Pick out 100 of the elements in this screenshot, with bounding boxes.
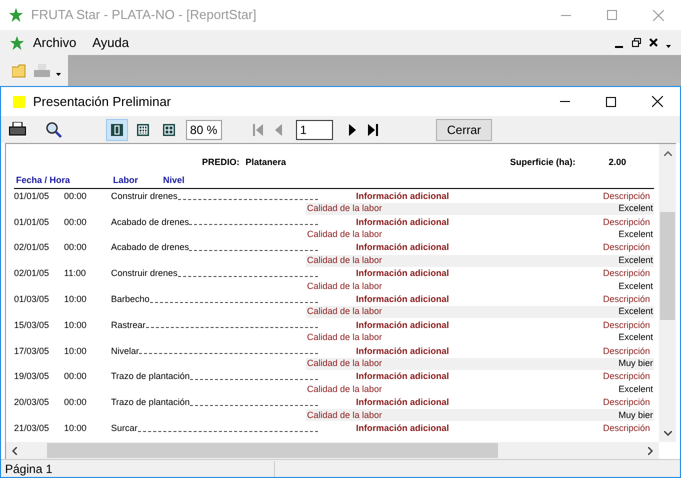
time-cell-text: 10:00 <box>64 292 88 306</box>
time-cell-text: 11:00 <box>64 267 87 280</box>
time-cell-text: 10:00 <box>64 422 88 435</box>
area-value: 2.00 <box>608 156 626 170</box>
date-cell-text: 02/01/05 <box>14 241 50 254</box>
labor-cell-text: Nivelar <box>111 344 140 358</box>
info-label: Información adicional <box>356 318 450 332</box>
description-label: Descripción <box>602 318 650 332</box>
labor-cell-text: Construir drenes <box>111 190 178 203</box>
window-title: Presentación Preliminar <box>33 92 172 111</box>
quality-value: Excelent <box>618 382 653 396</box>
description-label: Descripción <box>602 216 650 229</box>
description-label: Descripción <box>602 190 650 203</box>
quality-label: Calidad de la labor <box>307 254 382 267</box>
description-label: Descripción <box>602 370 650 384</box>
date-cell-text: 19/03/05 <box>14 370 50 384</box>
description-label: Descripción <box>602 344 650 358</box>
info-label: Información adicional <box>356 267 450 280</box>
last-page-icon[interactable] <box>368 124 378 136</box>
menu-item[interactable]: Archivo <box>33 32 76 52</box>
page-view-icon[interactable] <box>110 122 124 136</box>
quality-value: Excelent <box>618 202 653 216</box>
quality-label: Calidad de la labor <box>307 202 382 216</box>
info-label: Información adicional <box>356 370 450 384</box>
predio-value: Platanera <box>246 156 286 170</box>
printer-icon[interactable] <box>9 122 26 137</box>
date-cell-text: 01/03/05 <box>14 292 50 306</box>
info-label: Información adicional <box>356 344 450 358</box>
quality-label: Calidad de la labor <box>307 408 382 422</box>
page-view-icon[interactable] <box>162 122 176 136</box>
menu-item[interactable]: Ayuda <box>92 32 129 52</box>
time-cell-text: 00:00 <box>64 370 88 384</box>
status-text: Página 1 <box>5 460 52 478</box>
labor-cell-text: Surcar <box>111 422 138 435</box>
quality-label: Calidad de la labor <box>307 280 382 293</box>
date-cell-text: 02/01/05 <box>14 267 50 280</box>
column-header: Labor <box>113 174 140 186</box>
time-cell-text: 00:00 <box>64 396 88 410</box>
labor-cell-text: Barbecho <box>111 292 150 306</box>
quality-value: Muy bier <box>618 357 653 370</box>
time-cell-text: 00:00 <box>64 190 88 203</box>
close-icon[interactable] <box>649 38 658 47</box>
info-label: Información adicional <box>356 396 450 410</box>
column-header: Fecha / Hora <box>16 174 72 186</box>
info-label: Información adicional <box>356 422 450 435</box>
page-view-icon[interactable] <box>136 122 150 136</box>
time-cell-text: 10:00 <box>64 344 88 358</box>
report-icon <box>13 96 25 108</box>
star-icon <box>9 8 23 22</box>
labor-cell-text: Construir drenes <box>111 267 178 280</box>
zoom-field[interactable]: 80 % <box>186 120 222 140</box>
close-button[interactable]: Cerrar <box>436 118 492 140</box>
date-cell-text: 21/03/05 <box>14 422 50 435</box>
date-cell-text: 20/03/05 <box>14 396 50 410</box>
info-label: Información adicional <box>356 216 450 229</box>
area-label: Superficie (ha): <box>510 156 576 170</box>
description-label: Descripción <box>602 422 650 435</box>
next-page-icon[interactable] <box>349 124 356 136</box>
labor-cell-text: Trazo de plantación <box>111 396 190 410</box>
star-icon <box>10 36 24 50</box>
scroll-thumb[interactable] <box>47 443 498 458</box>
labor-cell-text: Acabado de drenes <box>111 241 190 254</box>
info-label: Información adicional <box>356 241 450 254</box>
quality-value: Excelent <box>618 305 653 318</box>
quality-label: Calidad de la labor <box>307 228 382 242</box>
description-label: Descripción <box>602 396 650 410</box>
view-mode-button[interactable] <box>106 118 128 140</box>
quality-value: Excelent <box>618 254 653 267</box>
time-cell-text: 00:00 <box>64 241 88 254</box>
time-cell-text: 00:00 <box>64 216 88 229</box>
quality-label: Calidad de la labor <box>307 357 382 370</box>
date-cell-text: 15/03/05 <box>14 318 50 332</box>
close-icon[interactable] <box>652 96 662 107</box>
description-label: Descripción <box>602 267 650 280</box>
horizontal-scrollbar[interactable] <box>6 442 659 459</box>
scroll-thumb[interactable] <box>660 212 675 320</box>
date-cell-text: 01/01/05 <box>14 190 50 203</box>
quality-label: Calidad de la labor <box>307 382 382 396</box>
caret-icon[interactable] <box>56 73 61 76</box>
description-label: Descripción <box>602 241 650 254</box>
page-field[interactable]: 1 <box>296 120 333 140</box>
vertical-scrollbar[interactable] <box>659 144 676 442</box>
info-label: Información adicional <box>356 190 450 203</box>
window-title: FRUTA Star - PLATA-NO - [ReportStar] <box>31 6 256 24</box>
labor-cell-text: Rastrear <box>111 318 146 332</box>
labor-cell-text: Acabado de drenes <box>111 216 190 229</box>
column-header: Nivel <box>163 174 185 186</box>
date-cell-text: 01/01/05 <box>14 216 50 229</box>
quality-value: Excelent <box>618 331 653 344</box>
quality-value: Excelent <box>618 228 653 242</box>
info-label: Información adicional <box>356 292 450 306</box>
time-cell-text: 10:00 <box>64 318 88 332</box>
date-cell-text: 17/03/05 <box>14 344 50 358</box>
quality-value: Muy bier <box>618 408 653 422</box>
quality-label: Calidad de la labor <box>307 331 382 344</box>
description-label: Descripción <box>602 292 650 306</box>
caret-icon[interactable] <box>666 45 671 48</box>
restore-icon[interactable] <box>632 38 641 47</box>
search-icon[interactable] <box>46 122 62 138</box>
predio-label: PREDIO: <box>202 156 240 170</box>
